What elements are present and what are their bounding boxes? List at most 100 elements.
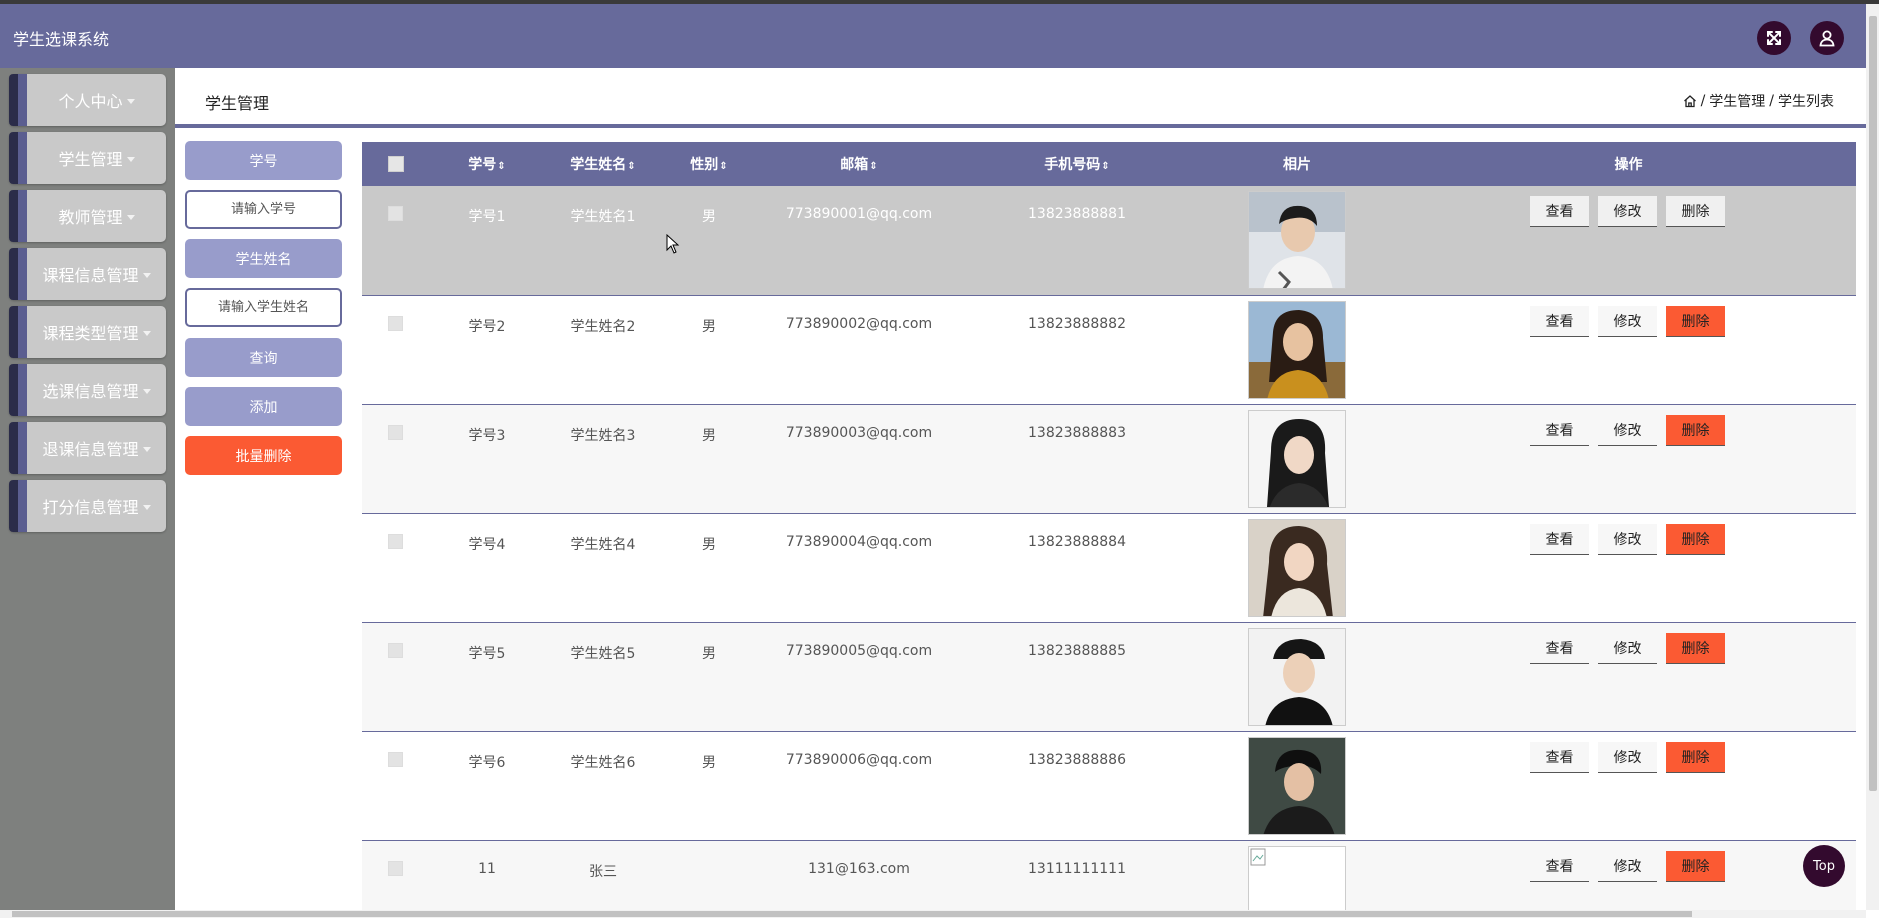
breadcrumb-level1[interactable]: 学生管理 (1709, 91, 1765, 111)
sort-icon[interactable]: ⇕ (719, 161, 727, 172)
chevron-down-icon (142, 388, 151, 394)
student-photo (1248, 300, 1346, 399)
chevron-down-icon (142, 272, 151, 278)
delete-button[interactable]: 删除 (1666, 523, 1725, 555)
table-row[interactable]: 学号6 学生姓名6 男 773890006@qq.com 13823888886… (362, 731, 1856, 840)
view-button[interactable]: 查看 (1530, 741, 1589, 773)
batch-delete-button[interactable]: 批量删除 (185, 436, 342, 475)
chevron-down-icon (126, 156, 135, 162)
user-menu-button[interactable] (1810, 21, 1844, 55)
cell-email: 773890003@qq.com (785, 424, 933, 441)
cell-student-name: 学生姓名3 (570, 427, 636, 444)
edit-button[interactable]: 修改 (1598, 305, 1657, 337)
row-checkbox[interactable] (388, 751, 403, 767)
delete-button[interactable]: 删除 (1666, 305, 1725, 337)
cell-student-name: 学生姓名4 (570, 536, 636, 553)
sort-icon[interactable]: ⇕ (497, 161, 505, 172)
student-id-input[interactable] (185, 190, 342, 229)
row-checkbox[interactable] (388, 642, 403, 658)
row-checkbox[interactable] (388, 206, 403, 221)
horizontal-scrollbar[interactable] (0, 910, 1866, 918)
add-button[interactable]: 添加 (185, 387, 342, 426)
delete-button[interactable]: 删除 (1666, 414, 1725, 446)
cell-gender: 男 (702, 754, 716, 771)
sidebar-item-course-type[interactable]: 课程类型管理 (9, 306, 166, 358)
view-button[interactable]: 查看 (1530, 305, 1589, 337)
cell-student-id: 学号3 (468, 427, 506, 444)
column-header-email[interactable]: 邮箱⇕ (757, 142, 961, 186)
delete-button[interactable]: 删除 (1666, 741, 1725, 773)
back-to-top-button[interactable]: Top (1803, 845, 1845, 887)
table-row[interactable]: 学号5 学生姓名5 男 773890005@qq.com 13823888885… (362, 622, 1856, 731)
query-button[interactable]: 查询 (185, 338, 342, 377)
sort-icon[interactable]: ⇕ (869, 161, 877, 172)
cell-gender: 男 (702, 645, 716, 662)
sidebar-item-grading[interactable]: 打分信息管理 (9, 480, 166, 532)
cell-student-name: 学生姓名5 (570, 645, 636, 662)
column-header-gender[interactable]: 性别⇕ (661, 142, 757, 186)
sort-icon[interactable]: ⇕ (1101, 161, 1109, 172)
sort-icon[interactable]: ⇕ (627, 161, 635, 172)
page-title: 学生管理 (205, 94, 270, 113)
sidebar-item-course-selection[interactable]: 选课信息管理 (9, 364, 166, 416)
fullscreen-button[interactable] (1757, 21, 1791, 55)
cell-gender: 男 (702, 427, 716, 444)
column-header-photo: 相片 (1283, 157, 1311, 173)
delete-button[interactable]: 删除 (1666, 850, 1725, 882)
select-all-checkbox[interactable] (387, 156, 404, 172)
cell-student-id: 学号5 (468, 645, 506, 662)
cell-email: 773890002@qq.com (785, 315, 933, 332)
scrollbar-thumb[interactable] (1869, 16, 1877, 791)
cell-email: 773890001@qq.com (785, 206, 933, 222)
sidebar-item-label: 个人中心 (58, 92, 123, 111)
row-checkbox[interactable] (388, 315, 403, 331)
sidebar-item-personal-center[interactable]: 个人中心 (9, 74, 166, 126)
scrollbar-thumb[interactable] (12, 911, 1692, 917)
row-checkbox[interactable] (388, 860, 403, 876)
delete-button[interactable]: 删除 (1666, 632, 1725, 664)
sidebar-item-course-info[interactable]: 课程信息管理 (9, 248, 166, 300)
view-button[interactable]: 查看 (1530, 414, 1589, 446)
edit-button[interactable]: 修改 (1598, 741, 1657, 773)
sidebar-item-teacher-management[interactable]: 教师管理 (9, 190, 166, 242)
view-button[interactable]: 查看 (1530, 196, 1589, 227)
column-header-student-name[interactable]: 学生姓名⇕ (545, 142, 661, 186)
cell-email: 773890005@qq.com (785, 642, 933, 659)
row-checkbox[interactable] (388, 533, 403, 549)
app-header: 学生选课系统 (0, 4, 1866, 68)
edit-button[interactable]: 修改 (1598, 196, 1657, 227)
cell-student-name: 张三 (589, 863, 617, 880)
student-name-input[interactable] (185, 288, 342, 327)
table-row[interactable]: 11 张三 131@163.com 13111111111 查看 修改 删除 (362, 840, 1856, 912)
edit-button[interactable]: 修改 (1598, 850, 1657, 882)
table-row[interactable]: 学号3 学生姓名3 男 773890003@qq.com 13823888883… (362, 404, 1856, 513)
view-button[interactable]: 查看 (1530, 523, 1589, 555)
broken-image-icon (1248, 845, 1346, 912)
cell-phone: 13823888881 (1028, 206, 1126, 222)
column-header-phone[interactable]: 手机号码⇕ (961, 142, 1193, 186)
home-icon[interactable] (1683, 94, 1697, 108)
delete-button[interactable]: 删除 (1666, 196, 1725, 227)
sidebar-item-label: 打分信息管理 (42, 498, 139, 517)
view-button[interactable]: 查看 (1530, 632, 1589, 664)
cell-student-name: 学生姓名2 (570, 318, 636, 335)
sidebar-item-student-management[interactable]: 学生管理 (9, 132, 166, 184)
vertical-scrollbar[interactable] (1866, 4, 1879, 910)
row-checkbox[interactable] (388, 424, 403, 440)
sidebar-item-course-drop[interactable]: 退课信息管理 (9, 422, 166, 474)
edit-button[interactable]: 修改 (1598, 632, 1657, 664)
table-row[interactable]: 学号1 学生姓名1 男 773890001@qq.com 13823888881… (362, 186, 1856, 295)
table-row[interactable]: 学号2 学生姓名2 男 773890002@qq.com 13823888882… (362, 295, 1856, 404)
app-title: 学生选课系统 (13, 30, 110, 49)
edit-button[interactable]: 修改 (1598, 414, 1657, 446)
view-button[interactable]: 查看 (1530, 850, 1589, 882)
column-header-student-id[interactable]: 学号⇕ (429, 142, 545, 186)
chevron-down-icon (126, 214, 135, 220)
breadcrumb-separator: / (1769, 93, 1774, 109)
table-row[interactable]: 学号4 学生姓名4 男 773890004@qq.com 13823888884… (362, 513, 1856, 622)
student-name-label: 学生姓名 (185, 239, 342, 278)
breadcrumb-level2: 学生列表 (1778, 94, 1834, 110)
edit-button[interactable]: 修改 (1598, 523, 1657, 555)
student-photo (1248, 409, 1346, 508)
cell-student-name: 学生姓名6 (570, 754, 636, 771)
